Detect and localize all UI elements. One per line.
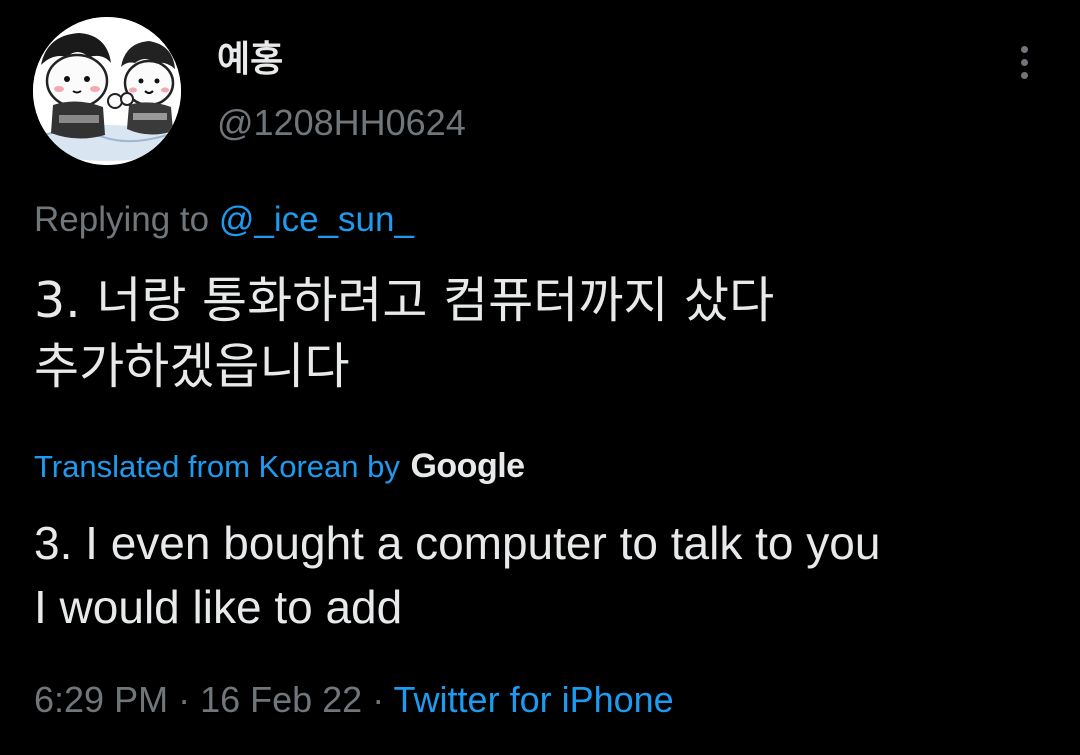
meta-separator: ·	[168, 679, 201, 720]
reply-context-prefix: Replying to	[34, 200, 219, 239]
tweet-time[interactable]: 6:29 PM	[34, 679, 168, 720]
more-vertical-icon-dot	[1020, 58, 1028, 66]
user-handle[interactable]: @1208HH0624	[217, 101, 466, 145]
tweet-text: 3. 너랑 통화하려고 컴퓨터까지 샀다 추가하겠읍니다	[34, 272, 775, 395]
reply-mention-link[interactable]: @_ice_sun_	[219, 200, 414, 239]
tweet-meta: 6:29 PM · 16 Feb 22 · Twitter for iPhone	[34, 678, 674, 722]
translation-attribution[interactable]: Translated from Korean by Google	[34, 446, 525, 487]
translated-text: 3. I even bought a computer to talk to y…	[34, 517, 881, 633]
illustrated-avatar-icon	[33, 17, 181, 165]
more-vertical-icon	[1020, 45, 1028, 53]
meta-separator-2: ·	[362, 679, 394, 720]
user-avatar[interactable]	[33, 17, 181, 165]
tweet-detail: 예홍 @1208HH0624 Replying to @_ice_sun_ 3.…	[0, 0, 1080, 755]
tweet-source-link[interactable]: Twitter for iPhone	[394, 679, 674, 720]
more-options-button[interactable]	[1004, 38, 1044, 86]
more-vertical-icon-dot	[1020, 71, 1028, 79]
reply-context: Replying to @_ice_sun_	[34, 198, 414, 242]
google-logo: Google	[410, 447, 525, 485]
tweet-date[interactable]: 16 Feb 22	[200, 679, 362, 720]
translation-label: Translated from Korean by	[34, 449, 409, 484]
user-display-name[interactable]: 예홍	[217, 38, 283, 82]
